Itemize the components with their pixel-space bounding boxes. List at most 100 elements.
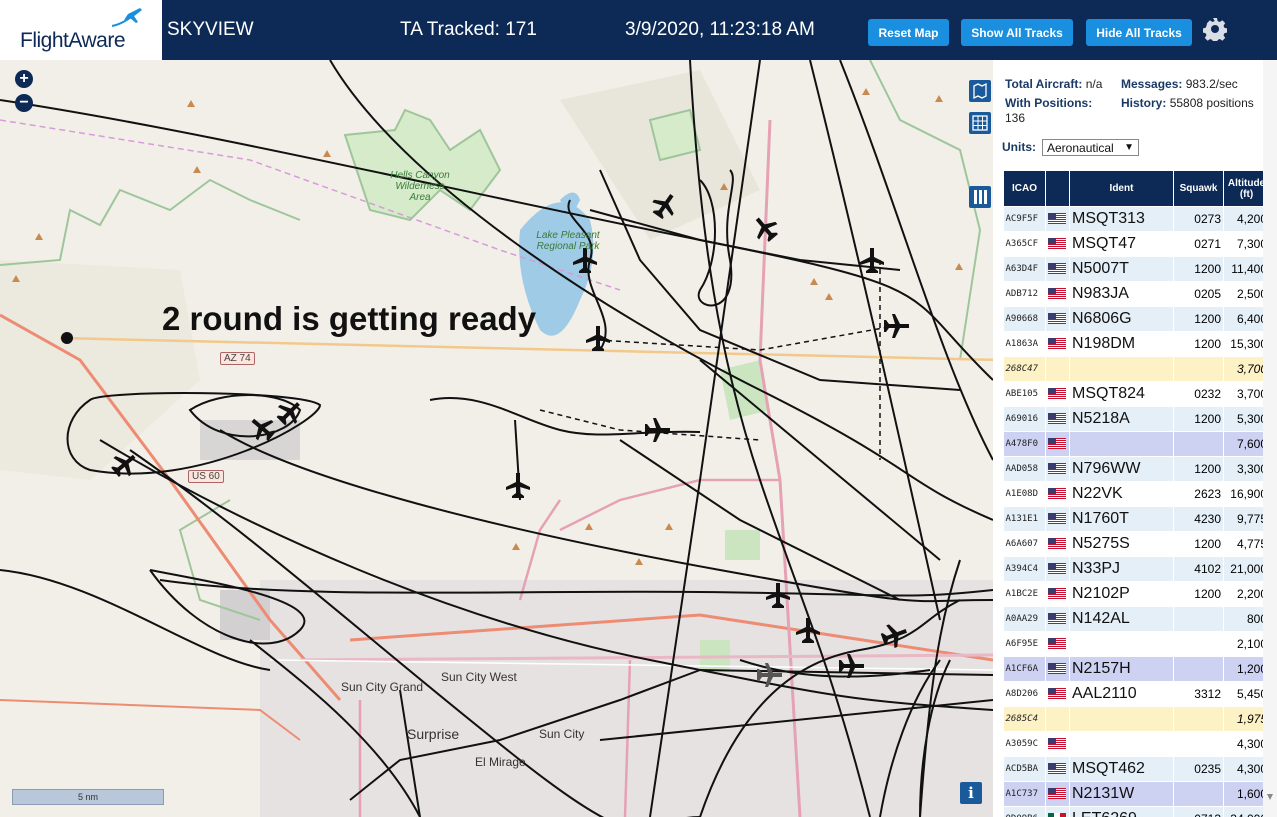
us-flag-icon bbox=[1048, 763, 1066, 775]
info-button[interactable]: i bbox=[960, 782, 982, 804]
table-row[interactable]: ABE105 MSQT824 0232 3,700 bbox=[1003, 381, 1270, 407]
zoom-out-button[interactable]: − bbox=[15, 94, 33, 112]
table-row[interactable]: A394C4 N33PJ 4102 21,000 bbox=[1003, 556, 1270, 582]
table-row[interactable]: AC9F5F MSQT313 0273 4,200 bbox=[1003, 206, 1270, 232]
table-row[interactable]: AAD058 N796WW 1200 3,300 bbox=[1003, 456, 1270, 482]
ident-cell: N6806G bbox=[1069, 306, 1174, 332]
ident-cell bbox=[1069, 356, 1174, 382]
stat-total: Total Aircraft: n/a bbox=[1005, 77, 1103, 91]
table-row[interactable]: A8D206 AAL2110 3312 5,450 bbox=[1003, 681, 1270, 707]
ident-cell: N5275S bbox=[1069, 531, 1174, 557]
table-row[interactable]: A1CF6A N2157H 1,200 bbox=[1003, 656, 1270, 682]
ident-cell: N1760T bbox=[1069, 506, 1174, 532]
table-row[interactable]: A69016 N5218A 1200 5,300 bbox=[1003, 406, 1270, 432]
table-row[interactable]: A478F0 7,600 bbox=[1003, 431, 1270, 457]
flightaware-logo[interactable]: FlightAware bbox=[0, 0, 162, 60]
table-row[interactable]: A1C737 N2131W 1,600 bbox=[1003, 781, 1270, 807]
us-flag-icon bbox=[1048, 663, 1066, 675]
us-flag-icon bbox=[1048, 313, 1066, 325]
flag-cell bbox=[1045, 706, 1070, 732]
map-label-hells-canyon: Hells Canyon Wilderness Area bbox=[390, 170, 450, 203]
table-row[interactable]: ADB712 N983JA 0205 2,500 bbox=[1003, 281, 1270, 307]
table-row[interactable]: A6A607 N5275S 1200 4,775 bbox=[1003, 531, 1270, 557]
table-row[interactable]: 2685C4 1,975 bbox=[1003, 706, 1270, 732]
icao-cell: A6F95E bbox=[1003, 631, 1046, 657]
reset-map-button[interactable]: Reset Map bbox=[868, 19, 949, 46]
ident-cell: MSQT313 bbox=[1069, 206, 1174, 232]
ident-cell: N5218A bbox=[1069, 406, 1174, 432]
ident-cell: N5007T bbox=[1069, 256, 1174, 282]
table-row[interactable]: A0AA29 N142AL 800 bbox=[1003, 606, 1270, 632]
icao-cell: A6A607 bbox=[1003, 531, 1046, 557]
col-squawk[interactable]: Squawk bbox=[1173, 170, 1224, 207]
aircraft-table: ICAO Ident Squawk Altitude (ft) AC9F5F MS… bbox=[1003, 170, 1270, 817]
zoom-in-button[interactable]: + bbox=[15, 70, 33, 88]
us-flag-icon bbox=[1048, 388, 1066, 400]
ident-cell: N33PJ bbox=[1069, 556, 1174, 582]
col-ident[interactable]: Ident bbox=[1069, 170, 1174, 207]
grid-toggle-button[interactable] bbox=[969, 112, 991, 134]
us-flag-icon bbox=[1048, 738, 1066, 750]
icao-cell: A131E1 bbox=[1003, 506, 1046, 532]
flag-cell bbox=[1045, 556, 1070, 582]
ident-cell: AAL2110 bbox=[1069, 681, 1174, 707]
table-row[interactable]: A63D4F N5007T 1200 11,400 bbox=[1003, 256, 1270, 282]
ident-cell: MSQT824 bbox=[1069, 381, 1174, 407]
map-layer-button[interactable] bbox=[969, 80, 991, 102]
table-row[interactable]: A90668 N6806G 1200 6,400 bbox=[1003, 306, 1270, 332]
icao-cell: AAD058 bbox=[1003, 456, 1046, 482]
map-view[interactable]: + − Hells Canyon Wilderness Area Lake Pl… bbox=[0, 60, 993, 817]
map-icon bbox=[973, 82, 987, 100]
sidebar-toggle-button[interactable] bbox=[969, 186, 991, 208]
us-flag-icon bbox=[1048, 413, 1066, 425]
table-row[interactable]: 268C47 3,700 bbox=[1003, 356, 1270, 382]
table-row[interactable]: A365CF MSQT47 0271 7,300 bbox=[1003, 231, 1270, 257]
top-bar: FlightAware SKYVIEW TA Tracked: 171 3/9/… bbox=[0, 0, 1277, 60]
flag-cell bbox=[1045, 506, 1070, 532]
us-flag-icon bbox=[1048, 263, 1066, 275]
ident-cell: N796WW bbox=[1069, 456, 1174, 482]
units-select[interactable]: Aeronautical ▼ bbox=[1042, 139, 1139, 156]
table-row[interactable]: A1BC2E N2102P 1200 2,200 bbox=[1003, 581, 1270, 607]
table-row[interactable]: A3059C 4,300 bbox=[1003, 731, 1270, 757]
map-scale: 5 nm bbox=[12, 789, 164, 805]
us-flag-icon bbox=[1048, 488, 1066, 500]
us-flag-icon bbox=[1048, 288, 1066, 300]
table-row[interactable]: 0D09B6LET6269071334,000 bbox=[1003, 806, 1270, 817]
table-row[interactable]: ACD5BA MSQT462 0235 4,300 bbox=[1003, 756, 1270, 782]
squawk-cell: 0713 bbox=[1173, 806, 1224, 817]
flag-cell bbox=[1045, 356, 1070, 382]
col-flag[interactable] bbox=[1045, 170, 1070, 207]
table-row[interactable]: A1E08D N22VK 2623 16,900 bbox=[1003, 481, 1270, 507]
icao-cell: 2685C4 bbox=[1003, 706, 1046, 732]
squawk-cell: 1200 bbox=[1173, 456, 1224, 482]
hide-all-tracks-button[interactable]: Hide All Tracks bbox=[1086, 19, 1192, 46]
flag-cell bbox=[1045, 481, 1070, 507]
sidebar-scrollbar[interactable] bbox=[1263, 60, 1277, 817]
flag-cell bbox=[1045, 631, 1070, 657]
icao-cell: A63D4F bbox=[1003, 256, 1046, 282]
squawk-cell bbox=[1173, 631, 1224, 657]
show-all-tracks-button[interactable]: Show All Tracks bbox=[961, 19, 1073, 46]
flag-cell bbox=[1045, 731, 1070, 757]
icao-cell: 0D09B6 bbox=[1003, 806, 1046, 817]
gear-icon[interactable] bbox=[1203, 17, 1227, 41]
squawk-cell: 1200 bbox=[1173, 531, 1224, 557]
flag-cell bbox=[1045, 456, 1070, 482]
table-row[interactable]: A1863A N198DM 1200 15,300 bbox=[1003, 331, 1270, 357]
ident-cell: MSQT47 bbox=[1069, 231, 1174, 257]
ident-cell: N198DM bbox=[1069, 331, 1174, 357]
ident-cell: N983JA bbox=[1069, 281, 1174, 307]
table-row[interactable]: A6F95E 2,100 bbox=[1003, 631, 1270, 657]
us-flag-icon bbox=[1048, 213, 1066, 225]
squawk-cell bbox=[1173, 781, 1224, 807]
icao-cell: A1E08D bbox=[1003, 481, 1046, 507]
logo-plane-icon bbox=[111, 8, 142, 27]
us-flag-icon bbox=[1048, 338, 1066, 350]
col-icao[interactable]: ICAO bbox=[1003, 170, 1046, 207]
ident-cell: MSQT462 bbox=[1069, 756, 1174, 782]
us-flag-icon bbox=[1048, 788, 1066, 800]
table-row[interactable]: A131E1 N1760T 4230 9,775 bbox=[1003, 506, 1270, 532]
ident-cell: N142AL bbox=[1069, 606, 1174, 632]
flag-cell bbox=[1045, 431, 1070, 457]
